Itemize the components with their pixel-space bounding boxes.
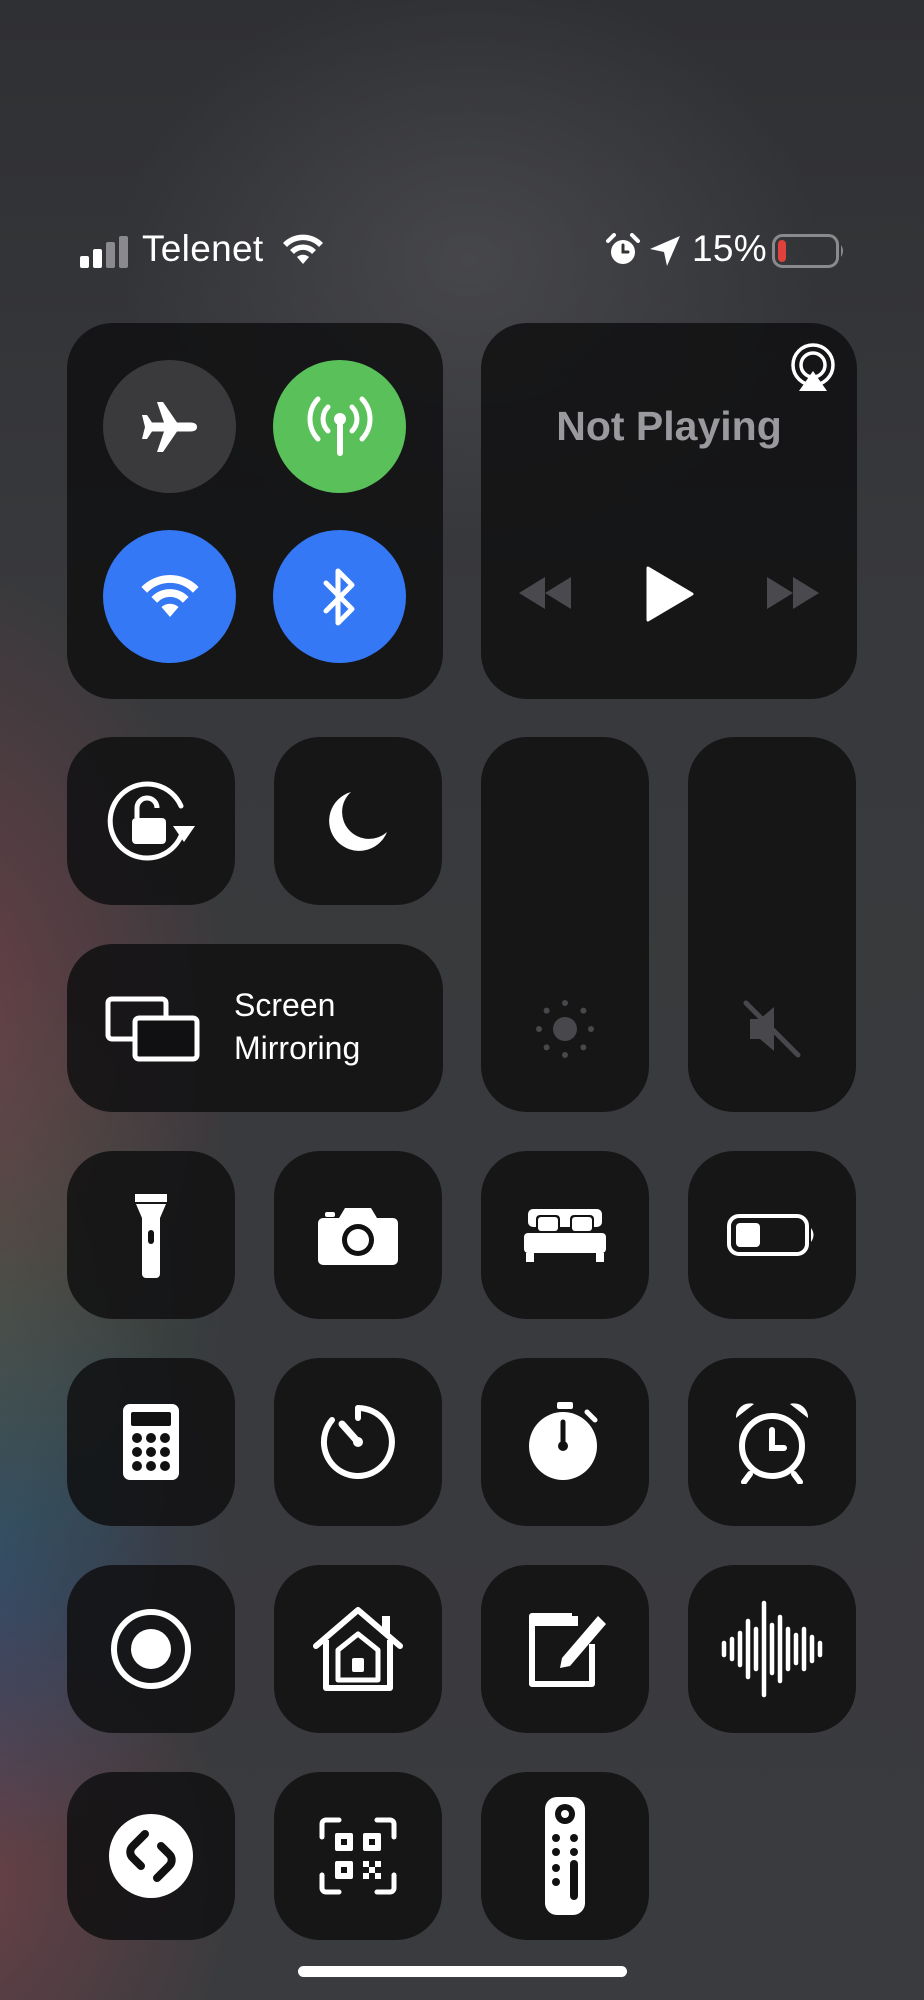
bed-icon	[522, 1207, 608, 1263]
volume-slider[interactable]	[688, 737, 856, 1112]
screen-mirroring-button[interactable]: Screen Mirroring	[67, 944, 443, 1112]
home-icon	[312, 1606, 404, 1692]
notes-icon	[522, 1606, 608, 1692]
screen-mirroring-icon	[105, 996, 201, 1062]
qr-code-icon	[319, 1817, 397, 1895]
status-bar: Telenet 15%	[0, 0, 924, 269]
do-not-disturb-button[interactable]	[274, 737, 442, 905]
connectivity-module	[67, 323, 443, 699]
battery-icon	[727, 1214, 817, 1256]
voice-memo-icon	[720, 1599, 824, 1699]
screen-mirroring-label-line2: Mirroring	[234, 1030, 361, 1066]
wifi-icon	[140, 574, 200, 620]
calculator-icon	[121, 1402, 181, 1482]
notes-button[interactable]	[481, 1565, 649, 1733]
brightness-slider[interactable]	[481, 737, 649, 1112]
battery-percent: 15%	[692, 228, 767, 269]
calculator-button[interactable]	[67, 1358, 235, 1526]
low-power-mode-button[interactable]	[688, 1151, 856, 1319]
screen-mirroring-label-line1: Screen	[234, 987, 336, 1023]
camera-icon	[317, 1204, 399, 1266]
timer-icon	[318, 1402, 398, 1482]
home-indicator[interactable]	[298, 1966, 627, 1977]
screen-recording-button[interactable]	[67, 1565, 235, 1733]
home-button[interactable]	[274, 1565, 442, 1733]
rewind-icon[interactable]	[517, 575, 573, 611]
sun-icon	[533, 997, 597, 1061]
airplane-icon	[139, 396, 201, 458]
stopwatch-icon	[525, 1400, 605, 1484]
remote-icon	[544, 1796, 586, 1916]
speaker-muted-icon	[740, 997, 804, 1061]
antenna-icon	[305, 392, 375, 462]
shazam-icon	[107, 1812, 195, 1900]
orientation-lock-icon	[105, 778, 197, 864]
location-arrow-icon	[648, 234, 682, 268]
sleep-mode-button[interactable]	[481, 1151, 649, 1319]
wifi-toggle[interactable]	[103, 530, 236, 663]
flashlight-icon	[133, 1190, 169, 1280]
bluetooth-icon	[318, 565, 362, 629]
wifi-icon	[282, 234, 324, 266]
orientation-lock-button[interactable]	[67, 737, 235, 905]
alarm-icon	[606, 233, 640, 267]
screen-record-icon	[110, 1608, 192, 1690]
battery-icon	[772, 234, 846, 268]
signal-bars-icon	[80, 236, 132, 268]
fast-forward-icon[interactable]	[765, 575, 821, 611]
airplane-mode-toggle[interactable]	[103, 360, 236, 493]
shazam-button[interactable]	[67, 1772, 235, 1940]
now-playing-module[interactable]: Not Playing	[481, 323, 857, 699]
stopwatch-button[interactable]	[481, 1358, 649, 1526]
camera-button[interactable]	[274, 1151, 442, 1319]
apple-tv-remote-button[interactable]	[481, 1772, 649, 1940]
carrier-name: Telenet	[142, 228, 264, 269]
screen-mirroring-label: Screen Mirroring	[234, 984, 360, 1070]
moon-icon	[325, 788, 391, 854]
voice-memos-button[interactable]	[688, 1565, 856, 1733]
play-icon[interactable]	[644, 566, 694, 622]
code-scanner-button[interactable]	[274, 1772, 442, 1940]
alarm-clock-icon	[730, 1400, 814, 1484]
now-playing-title: Not Playing	[556, 403, 782, 449]
alarm-button[interactable]	[688, 1358, 856, 1526]
flashlight-button[interactable]	[67, 1151, 235, 1319]
timer-button[interactable]	[274, 1358, 442, 1526]
cellular-data-toggle[interactable]	[273, 360, 406, 493]
airplay-icon[interactable]	[787, 343, 839, 395]
bluetooth-toggle[interactable]	[273, 530, 406, 663]
